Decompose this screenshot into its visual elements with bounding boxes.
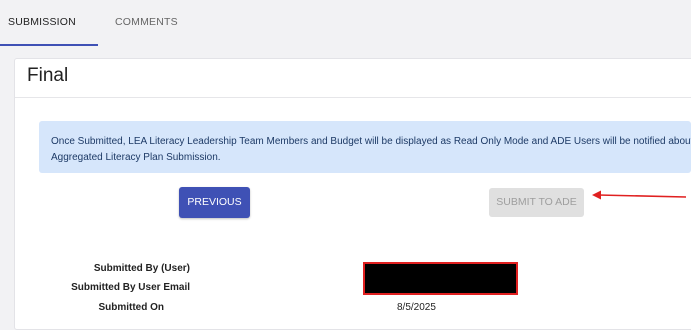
annotation-arrow-icon: [592, 190, 687, 200]
tab-bar: SUBMISSION COMMENTS: [0, 0, 691, 46]
info-banner: Once Submitted, LEA Literacy Leadership …: [39, 121, 691, 173]
tab-comments[interactable]: COMMENTS: [115, 16, 178, 28]
submitted-by-user-label: Submitted By (User): [93, 263, 190, 274]
submitted-by-email-label: Submitted By User Email: [71, 282, 190, 293]
card-title: Final: [27, 65, 69, 86]
active-tab-indicator: [0, 44, 98, 46]
submitted-on-label: Submitted On: [98, 302, 164, 313]
submit-to-ade-button[interactable]: SUBMIT TO ADE: [489, 188, 584, 217]
redacted-user-info: [363, 262, 518, 295]
tab-submission[interactable]: SUBMISSION: [8, 16, 76, 28]
submitted-on-value: 8/5/2025: [397, 302, 436, 313]
info-banner-text: Once Submitted, LEA Literacy Leadership …: [51, 136, 691, 163]
card-divider: [15, 97, 691, 98]
previous-button[interactable]: PREVIOUS: [179, 187, 250, 218]
